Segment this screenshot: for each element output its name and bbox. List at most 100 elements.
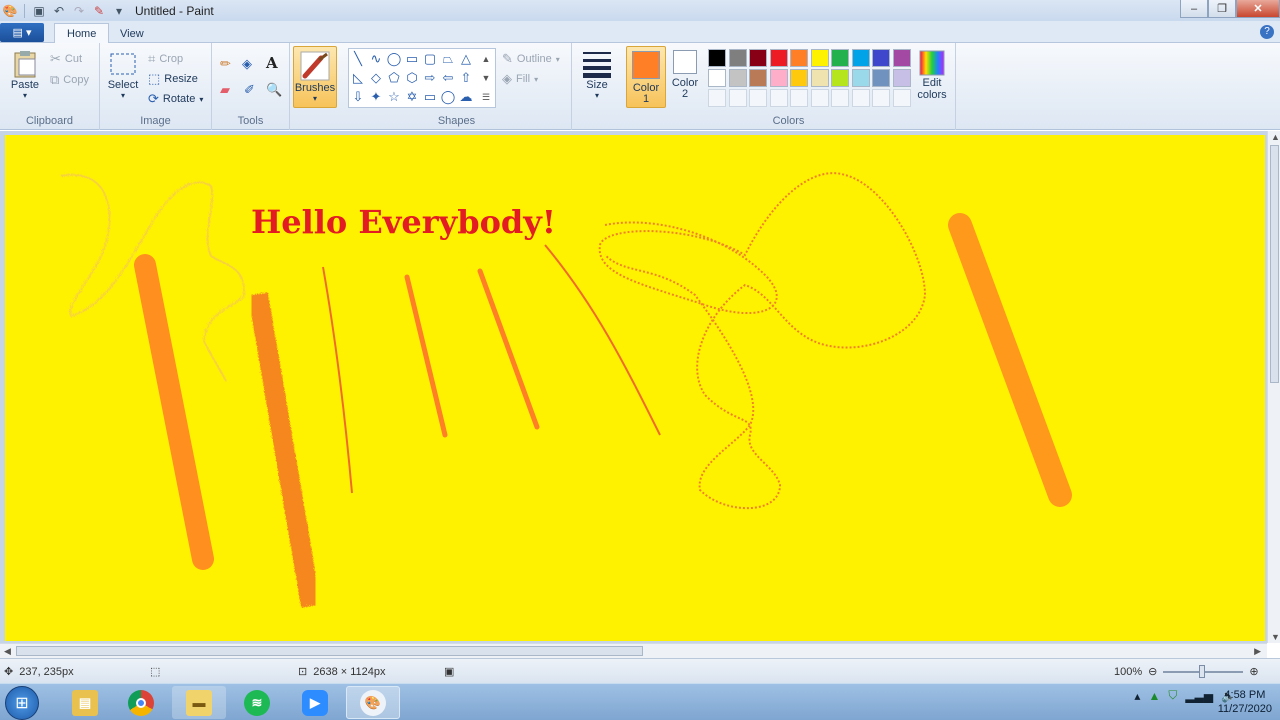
resize-button[interactable]: ⬚ Resize [148,71,198,87]
save-icon[interactable]: ▣ [31,3,47,19]
close-button[interactable]: ✕ [1236,0,1280,18]
tab-home[interactable]: Home [54,23,110,44]
palette-swatch[interactable] [790,69,808,87]
palette-swatch[interactable] [708,49,726,67]
scroll-left-arrow-icon[interactable]: ◀ [4,646,11,657]
scroll-down-arrow-icon[interactable]: ▼ [1271,632,1280,642]
oval-shape-icon[interactable]: ◯ [385,50,403,68]
hexagon-shape-icon[interactable]: ⬡ [403,69,421,87]
palette-swatch[interactable] [728,69,747,87]
system-clock[interactable]: 4:58 PM 11/27/2020 [1218,688,1272,716]
horizontal-scrollbar[interactable]: ◀ ▶ [0,643,1267,658]
color1-button[interactable]: Color 1 [626,46,666,108]
eraser-quick-icon[interactable]: ✎ [91,3,107,19]
shapes-scroll-down-icon[interactable]: ▼ [477,69,495,87]
custom-color-slot[interactable] [872,89,890,107]
redo-icon[interactable]: ↷ [71,3,87,19]
file-explorer-icon[interactable]: ▤ [58,686,112,719]
custom-color-slot[interactable] [769,89,788,107]
right-arrow-shape-icon[interactable]: ⇨ [421,69,439,87]
network-signal-icon[interactable]: ▂▃▅ [1185,689,1213,703]
paint-menu-button[interactable]: ▤ ▾ [0,23,44,42]
fill-bucket-icon[interactable]: ◈ [242,56,252,72]
horizontal-scroll-thumb[interactable] [16,646,643,656]
paste-button[interactable]: Paste ▾ [8,49,42,100]
tab-view[interactable]: View [108,23,156,44]
cloud-callout-shape-icon[interactable]: ☁ [457,88,475,106]
zoom-icon[interactable]: ▶ [288,686,342,719]
color2-button[interactable]: Color 2 [668,50,702,100]
rotate-button[interactable]: ⟳ Rotate ▾ [148,91,203,107]
up-arrow-shape-icon[interactable]: ⇧ [457,69,475,87]
crop-button[interactable]: ⌗ Crop [148,51,183,67]
edit-colors-button[interactable]: Edit colors [914,49,950,101]
spotify-icon[interactable]: ≋ [230,686,284,719]
palette-swatch[interactable] [851,69,870,87]
scroll-right-arrow-icon[interactable]: ▶ [1254,646,1261,657]
shapes-expand-icon[interactable]: ☰ [477,88,495,106]
paste-dropdown-icon[interactable]: ▾ [23,91,27,100]
custom-color-slot[interactable] [831,89,849,107]
minimize-button[interactable]: – [1180,0,1208,18]
custom-color-slot[interactable] [851,89,870,107]
security-icon[interactable]: ⛉ [1168,688,1177,703]
palette-swatch[interactable] [872,49,890,67]
custom-color-slot[interactable] [708,89,726,107]
vertical-scroll-thumb[interactable] [1270,145,1279,383]
six-point-star-shape-icon[interactable]: ✡ [403,88,421,106]
maximize-button[interactable]: ❐ [1208,0,1236,18]
zoom-slider-thumb[interactable] [1199,664,1206,678]
outline-button[interactable]: ✎ Outline ▾ [502,51,560,67]
oval-callout-shape-icon[interactable]: ◯ [439,88,457,106]
pentagon-shape-icon[interactable]: ⬠ [385,69,403,87]
fill-button[interactable]: ◈ Fill ▾ [502,71,538,87]
canvas-text[interactable]: Hello Everybody! [251,203,556,241]
four-point-star-shape-icon[interactable]: ✦ [367,88,385,106]
vertical-scrollbar[interactable]: ▲ ▼ [1267,131,1280,643]
line-shape-icon[interactable]: ╲ [349,50,367,68]
magnifier-icon[interactable]: 🔍 [266,82,282,98]
palette-swatch[interactable] [728,49,747,67]
size-button[interactable]: Size ▾ [578,49,616,100]
polygon-shape-icon[interactable]: ⏢ [439,50,457,68]
palette-swatch[interactable] [872,69,890,87]
palette-swatch[interactable] [749,69,767,87]
palette-swatch[interactable] [810,69,829,87]
custom-color-slot[interactable] [749,89,767,107]
palette-swatch[interactable] [810,49,829,67]
custom-color-slot[interactable] [790,89,808,107]
select-dropdown-icon[interactable]: ▾ [121,91,125,100]
left-arrow-shape-icon[interactable]: ⇦ [439,69,457,87]
triangle-shape-icon[interactable]: △ [457,50,475,68]
zoom-slider[interactable] [1163,664,1244,678]
palette-swatch[interactable] [892,49,911,67]
palette-swatch[interactable] [769,49,788,67]
zoom-in-icon[interactable]: ⊕ [1249,665,1258,678]
right-triangle-shape-icon[interactable]: ◺ [349,69,367,87]
rect-callout-shape-icon[interactable]: ▭ [421,88,439,106]
undo-icon[interactable]: ↶ [51,3,67,19]
palette-swatch[interactable] [851,49,870,67]
drawing-canvas[interactable]: Hello Everybody! [5,135,1265,641]
zoom-out-icon[interactable]: ⊖ [1148,665,1157,678]
folder-icon[interactable]: ▬ [172,686,226,719]
palette-swatch[interactable] [831,49,849,67]
brushes-button[interactable]: Brushes ▾ [293,46,337,108]
paint-app-icon[interactable]: 🎨 [2,3,18,19]
cut-button[interactable]: ✂ Cut [50,51,82,67]
color-picker-icon[interactable]: ✐ [244,82,255,98]
diamond-shape-icon[interactable]: ◇ [367,69,385,87]
text-tool-icon[interactable]: A [266,54,278,72]
palette-swatch[interactable] [831,69,849,87]
rounded-rectangle-shape-icon[interactable]: ▢ [421,50,439,68]
show-hidden-icons-icon[interactable]: ▴ [1134,689,1140,703]
chrome-icon[interactable] [114,686,168,719]
palette-swatch[interactable] [769,69,788,87]
custom-color-slot[interactable] [728,89,747,107]
select-button[interactable]: Select ▾ [106,51,140,100]
shapes-scroll-up-icon[interactable]: ▲ [477,50,495,68]
help-icon[interactable]: ? [1260,25,1274,39]
rectangle-shape-icon[interactable]: ▭ [403,50,421,68]
five-point-star-shape-icon[interactable]: ☆ [385,88,403,106]
copy-button[interactable]: ⧉ Copy [50,72,89,88]
